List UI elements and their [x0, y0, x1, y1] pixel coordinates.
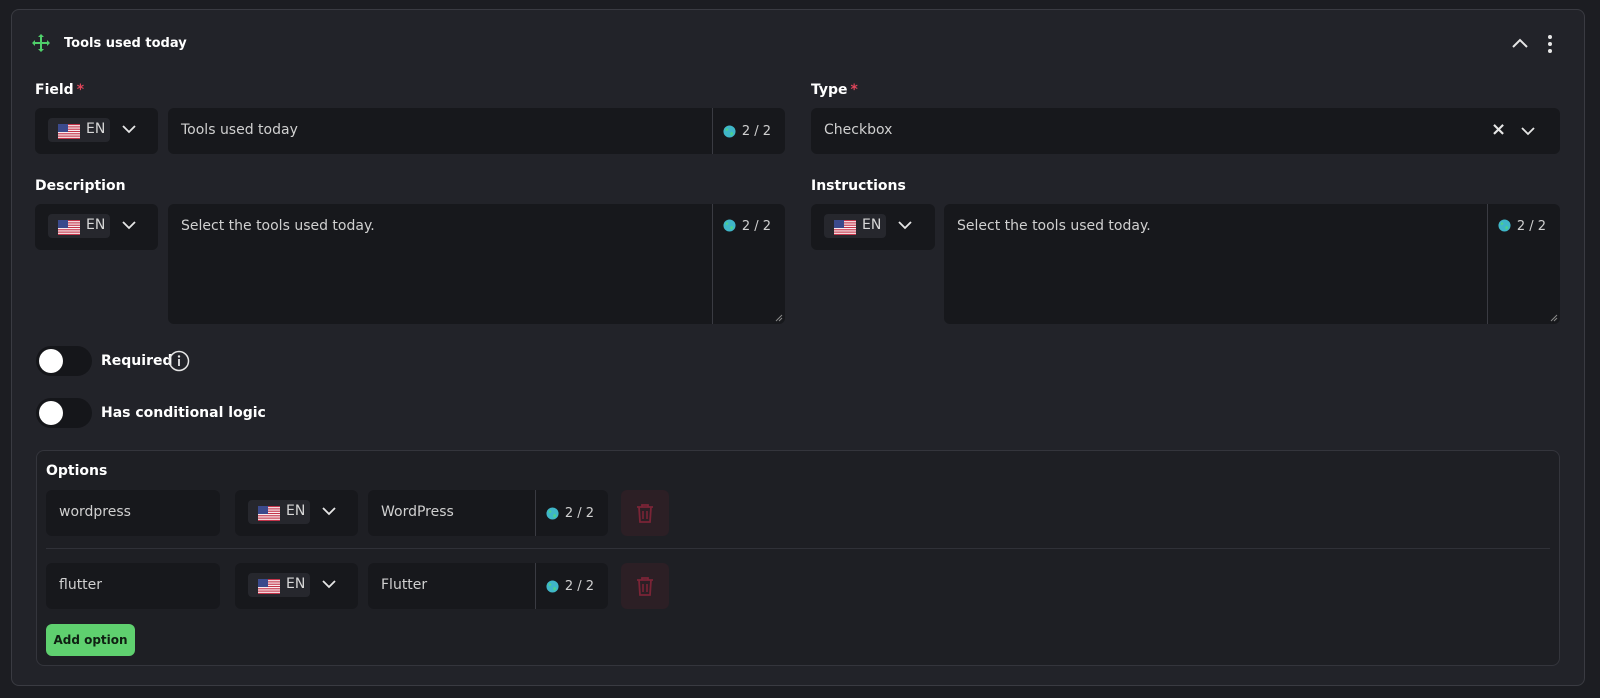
conditional-logic-toggle[interactable] — [36, 398, 92, 428]
options-panel — [36, 450, 1560, 666]
language-code: EN — [86, 121, 106, 137]
resize-handle-icon[interactable] — [775, 314, 783, 322]
chevron-down-icon — [122, 220, 136, 230]
conditional-logic-label: Has conditional logic — [101, 405, 266, 421]
clear-icon[interactable]: × — [1491, 119, 1506, 140]
translation-counter: 2 / 2 — [711, 108, 785, 154]
toggle-knob — [39, 401, 63, 425]
language-code: EN — [862, 217, 882, 233]
description-language-select[interactable]: EN — [35, 204, 158, 250]
option-language-select[interactable]: EN — [235, 563, 358, 609]
option-language-select[interactable]: EN — [235, 490, 358, 536]
field-label-text: Field — [35, 82, 74, 98]
option-key-input[interactable]: wordpress — [46, 490, 220, 536]
delete-option-button[interactable] — [621, 563, 669, 609]
translation-count: 2 / 2 — [564, 505, 594, 521]
translation-count: 2 / 2 — [1516, 219, 1546, 234]
type-label: Type * — [811, 82, 858, 98]
add-option-button[interactable]: Add option — [46, 624, 135, 656]
chevron-down-icon — [122, 124, 136, 134]
required-label: Required — [101, 353, 173, 369]
instructions-value: Select the tools used today. — [957, 218, 1151, 234]
translation-count: 2 / 2 — [741, 123, 771, 139]
globe-icon — [546, 507, 559, 520]
instructions-label: Instructions — [811, 178, 906, 194]
option-label-input[interactable]: WordPress 2 / 2 — [368, 490, 608, 536]
type-select[interactable]: Checkbox × — [811, 108, 1560, 154]
more-options-icon[interactable] — [1545, 33, 1555, 55]
us-flag-icon — [258, 506, 280, 521]
globe-icon — [1498, 219, 1511, 232]
language-code: EN — [286, 503, 306, 519]
option-label-value: WordPress — [381, 504, 454, 520]
instructions-textarea[interactable]: Select the tools used today. 2 / 2 — [944, 204, 1560, 324]
required-toggle[interactable] — [36, 346, 92, 376]
trash-icon — [636, 576, 654, 596]
options-label: Options — [46, 463, 108, 479]
translation-count: 2 / 2 — [741, 219, 771, 234]
description-textarea[interactable]: Select the tools used today. 2 / 2 — [168, 204, 785, 324]
us-flag-icon — [834, 220, 856, 235]
us-flag-icon — [258, 579, 280, 594]
globe-icon — [723, 125, 736, 138]
trash-icon — [636, 503, 654, 523]
translation-counter: 2 / 2 — [534, 563, 608, 609]
globe-icon — [723, 219, 736, 232]
move-icon[interactable] — [31, 33, 51, 53]
type-label-text: Type — [811, 82, 848, 98]
translation-count: 2 / 2 — [564, 578, 594, 594]
language-code: EN — [86, 217, 106, 233]
instructions-language-select[interactable]: EN — [811, 204, 935, 250]
type-value: Checkbox — [824, 122, 893, 138]
option-key-value: flutter — [59, 577, 103, 593]
collapse-chevron-up-icon[interactable] — [1509, 35, 1531, 51]
required-asterisk: * — [76, 82, 85, 98]
option-label-input[interactable]: Flutter 2 / 2 — [368, 563, 608, 609]
us-flag-icon — [58, 124, 80, 139]
description-value: Select the tools used today. — [181, 218, 375, 234]
required-asterisk: * — [850, 82, 858, 98]
info-icon[interactable] — [168, 350, 190, 372]
resize-handle-icon[interactable] — [1550, 314, 1558, 322]
option-label-value: Flutter — [381, 577, 428, 593]
card-title: Tools used today — [64, 36, 187, 51]
delete-option-button[interactable] — [621, 490, 669, 536]
translation-counter: 2 / 2 — [711, 204, 785, 324]
toggle-knob — [39, 349, 63, 373]
option-divider — [46, 548, 1550, 549]
chevron-down-icon — [322, 579, 336, 589]
language-code: EN — [286, 576, 306, 592]
translation-counter: 2 / 2 — [534, 490, 608, 536]
field-language-select[interactable]: EN — [35, 108, 158, 154]
chevron-down-icon[interactable] — [1521, 126, 1535, 136]
us-flag-icon — [58, 220, 80, 235]
field-name-value: Tools used today — [181, 122, 298, 138]
chevron-down-icon — [898, 220, 912, 230]
field-name-input[interactable]: Tools used today 2 / 2 — [168, 108, 785, 154]
translation-counter: 2 / 2 — [1486, 204, 1560, 324]
field-label: Field * — [35, 82, 84, 98]
option-key-value: wordpress — [59, 504, 131, 520]
option-key-input[interactable]: flutter — [46, 563, 220, 609]
chevron-down-icon — [322, 506, 336, 516]
description-label: Description — [35, 178, 126, 194]
globe-icon — [546, 580, 559, 593]
